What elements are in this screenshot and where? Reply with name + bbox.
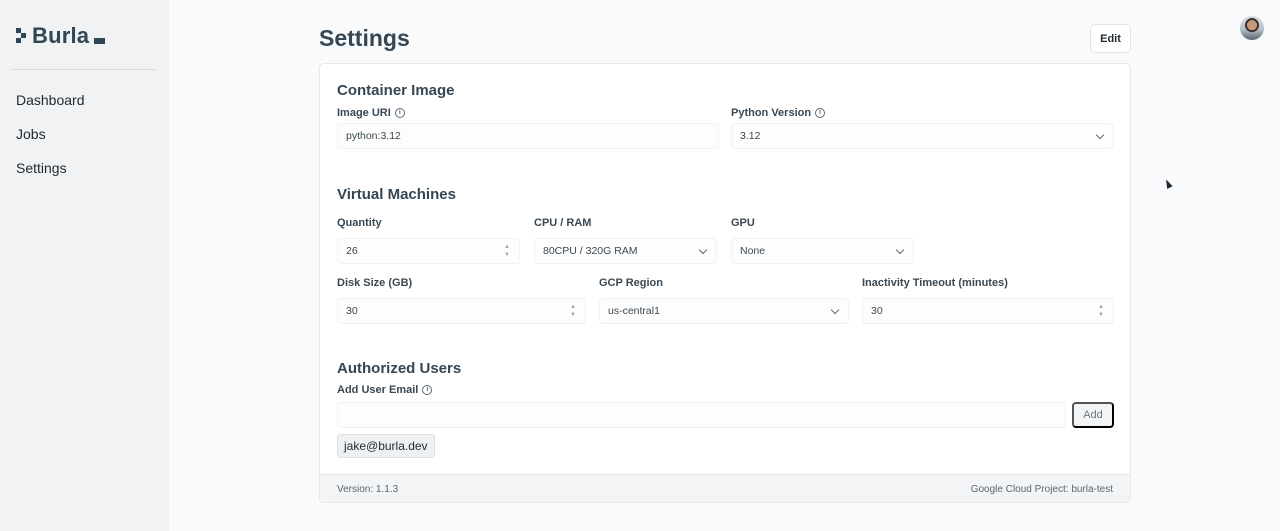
logo-bar-icon [94, 38, 106, 44]
image-uri-input[interactable]: python:3.12 [337, 123, 719, 149]
add-user-email-input[interactable] [337, 402, 1066, 428]
project-text: Google Cloud Project: burla-test [970, 484, 1113, 495]
info-icon[interactable]: i [422, 385, 433, 395]
sidebar-item-dashboard[interactable]: Dashboard [16, 91, 85, 125]
stepper-arrows-icon[interactable]: ▲ ▼ [569, 303, 577, 319]
mouse-cursor-icon [1163, 178, 1173, 189]
container-image-title: Container Image [337, 82, 455, 99]
gpu-value: None [740, 245, 766, 257]
python-version-label-text: Python Version [731, 107, 812, 119]
gpu-label: GPU [731, 217, 755, 229]
info-icon[interactable]: i [394, 108, 405, 118]
inactivity-timeout-label: Inactivity Timeout (minutes) [862, 277, 1008, 289]
sidebar: Burla Dashboard Jobs Settings [0, 0, 169, 531]
edit-button[interactable]: Edit [1090, 24, 1131, 53]
sidebar-divider [10, 69, 156, 70]
settings-card: Container Image Image URI i python:3.12 … [319, 63, 1131, 503]
gpu-select[interactable]: None [731, 238, 914, 264]
burla-logo[interactable]: Burla [16, 23, 106, 48]
inactivity-timeout-value: 30 [871, 305, 883, 317]
inactivity-timeout-stepper[interactable]: 30 ▲ ▼ [862, 298, 1114, 324]
quantity-label: Quantity [337, 217, 382, 229]
disk-size-label: Disk Size (GB) [337, 277, 413, 289]
python-version-value: 3.12 [740, 130, 761, 142]
add-user-email-label-text: Add User Email [337, 384, 419, 396]
virtual-machines-title: Virtual Machines [337, 186, 456, 203]
quantity-value: 26 [346, 245, 358, 257]
info-icon[interactable]: i [815, 108, 826, 118]
disk-size-value: 30 [346, 305, 358, 317]
gcp-region-label: GCP Region [599, 277, 663, 289]
stepper-arrows-icon[interactable]: ▲ ▼ [1097, 303, 1105, 319]
gcp-region-value: us-central1 [608, 305, 660, 317]
authorized-users-title: Authorized Users [337, 360, 462, 377]
cpu-ram-value: 80CPU / 320G RAM [543, 245, 638, 257]
user-email: jake@burla.dev [344, 439, 428, 453]
chevron-down-icon [895, 245, 905, 255]
sidebar-item-settings[interactable]: Settings [16, 159, 85, 193]
user-chip[interactable]: jake@burla.dev [337, 434, 435, 458]
image-uri-label: Image URI i [337, 107, 405, 119]
gcp-region-select[interactable]: us-central1 [599, 298, 849, 324]
logo-text: Burla [32, 23, 90, 48]
cpu-ram-select[interactable]: 80CPU / 320G RAM [534, 238, 717, 264]
chevron-down-icon [830, 305, 840, 315]
chevron-down-icon [698, 245, 708, 255]
quantity-stepper[interactable]: 26 ▲ ▼ [337, 238, 520, 264]
logo-mark-icon [16, 28, 29, 44]
sidebar-nav: Dashboard Jobs Settings [16, 91, 85, 193]
page-title: Settings [319, 25, 410, 51]
avatar[interactable] [1240, 16, 1264, 40]
image-uri-label-text: Image URI [337, 107, 391, 119]
add-user-button[interactable]: Add [1072, 402, 1114, 428]
sidebar-item-jobs[interactable]: Jobs [16, 125, 85, 159]
cpu-ram-label: CPU / RAM [534, 217, 592, 229]
python-version-select[interactable]: 3.12 [731, 123, 1114, 149]
version-text: Version: 1.1.3 [337, 484, 399, 495]
card-footer: Version: 1.1.3 Google Cloud Project: bur… [320, 474, 1130, 502]
chevron-down-icon [1095, 130, 1105, 140]
image-uri-value: python:3.12 [346, 130, 401, 142]
stepper-arrows-icon[interactable]: ▲ ▼ [503, 243, 511, 259]
disk-size-stepper[interactable]: 30 ▲ ▼ [337, 298, 586, 324]
python-version-label: Python Version i [731, 107, 826, 119]
add-user-email-label: Add User Email i [337, 384, 433, 396]
